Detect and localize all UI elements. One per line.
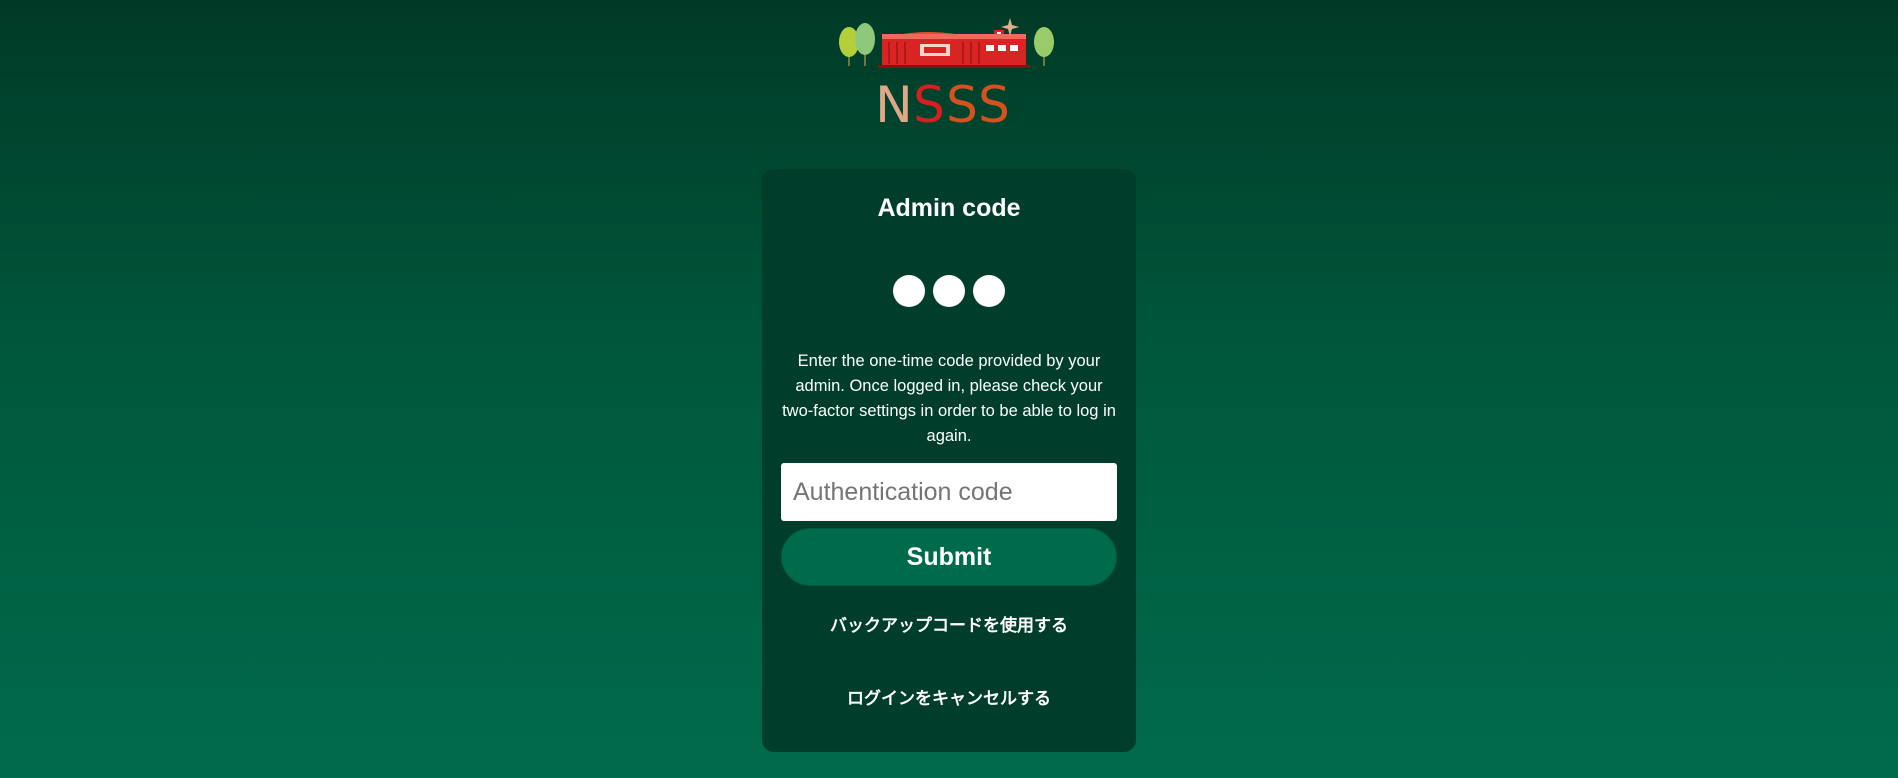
- tree-icon: [839, 23, 875, 66]
- logo-text: N S S S: [875, 76, 1010, 128]
- school-logo: N S S S: [839, 18, 1054, 128]
- logo-letter: S: [978, 76, 1010, 128]
- logo-letter: S: [946, 76, 978, 128]
- cancel-login-link[interactable]: ログインをキャンセルする: [781, 684, 1117, 709]
- use-backup-code-link[interactable]: バックアップコードを使用する: [781, 611, 1117, 636]
- dot-icon: [893, 275, 925, 307]
- header: N S S S: [0, 18, 1898, 128]
- submit-button[interactable]: Submit: [781, 528, 1117, 586]
- authentication-code-input[interactable]: [781, 463, 1117, 521]
- progress-dots: [781, 275, 1117, 307]
- logo-letter: N: [875, 76, 912, 128]
- school-building-icon: [878, 30, 1030, 68]
- tree-icon: [1034, 27, 1054, 66]
- logo-letter: S: [913, 76, 945, 128]
- dot-icon: [973, 275, 1005, 307]
- dot-icon: [933, 275, 965, 307]
- instructions-text: Enter the one-time code provided by your…: [782, 352, 1116, 445]
- login-card: Admin code Enter the one-time code provi…: [762, 169, 1136, 752]
- card-title: Admin code: [877, 194, 1021, 222]
